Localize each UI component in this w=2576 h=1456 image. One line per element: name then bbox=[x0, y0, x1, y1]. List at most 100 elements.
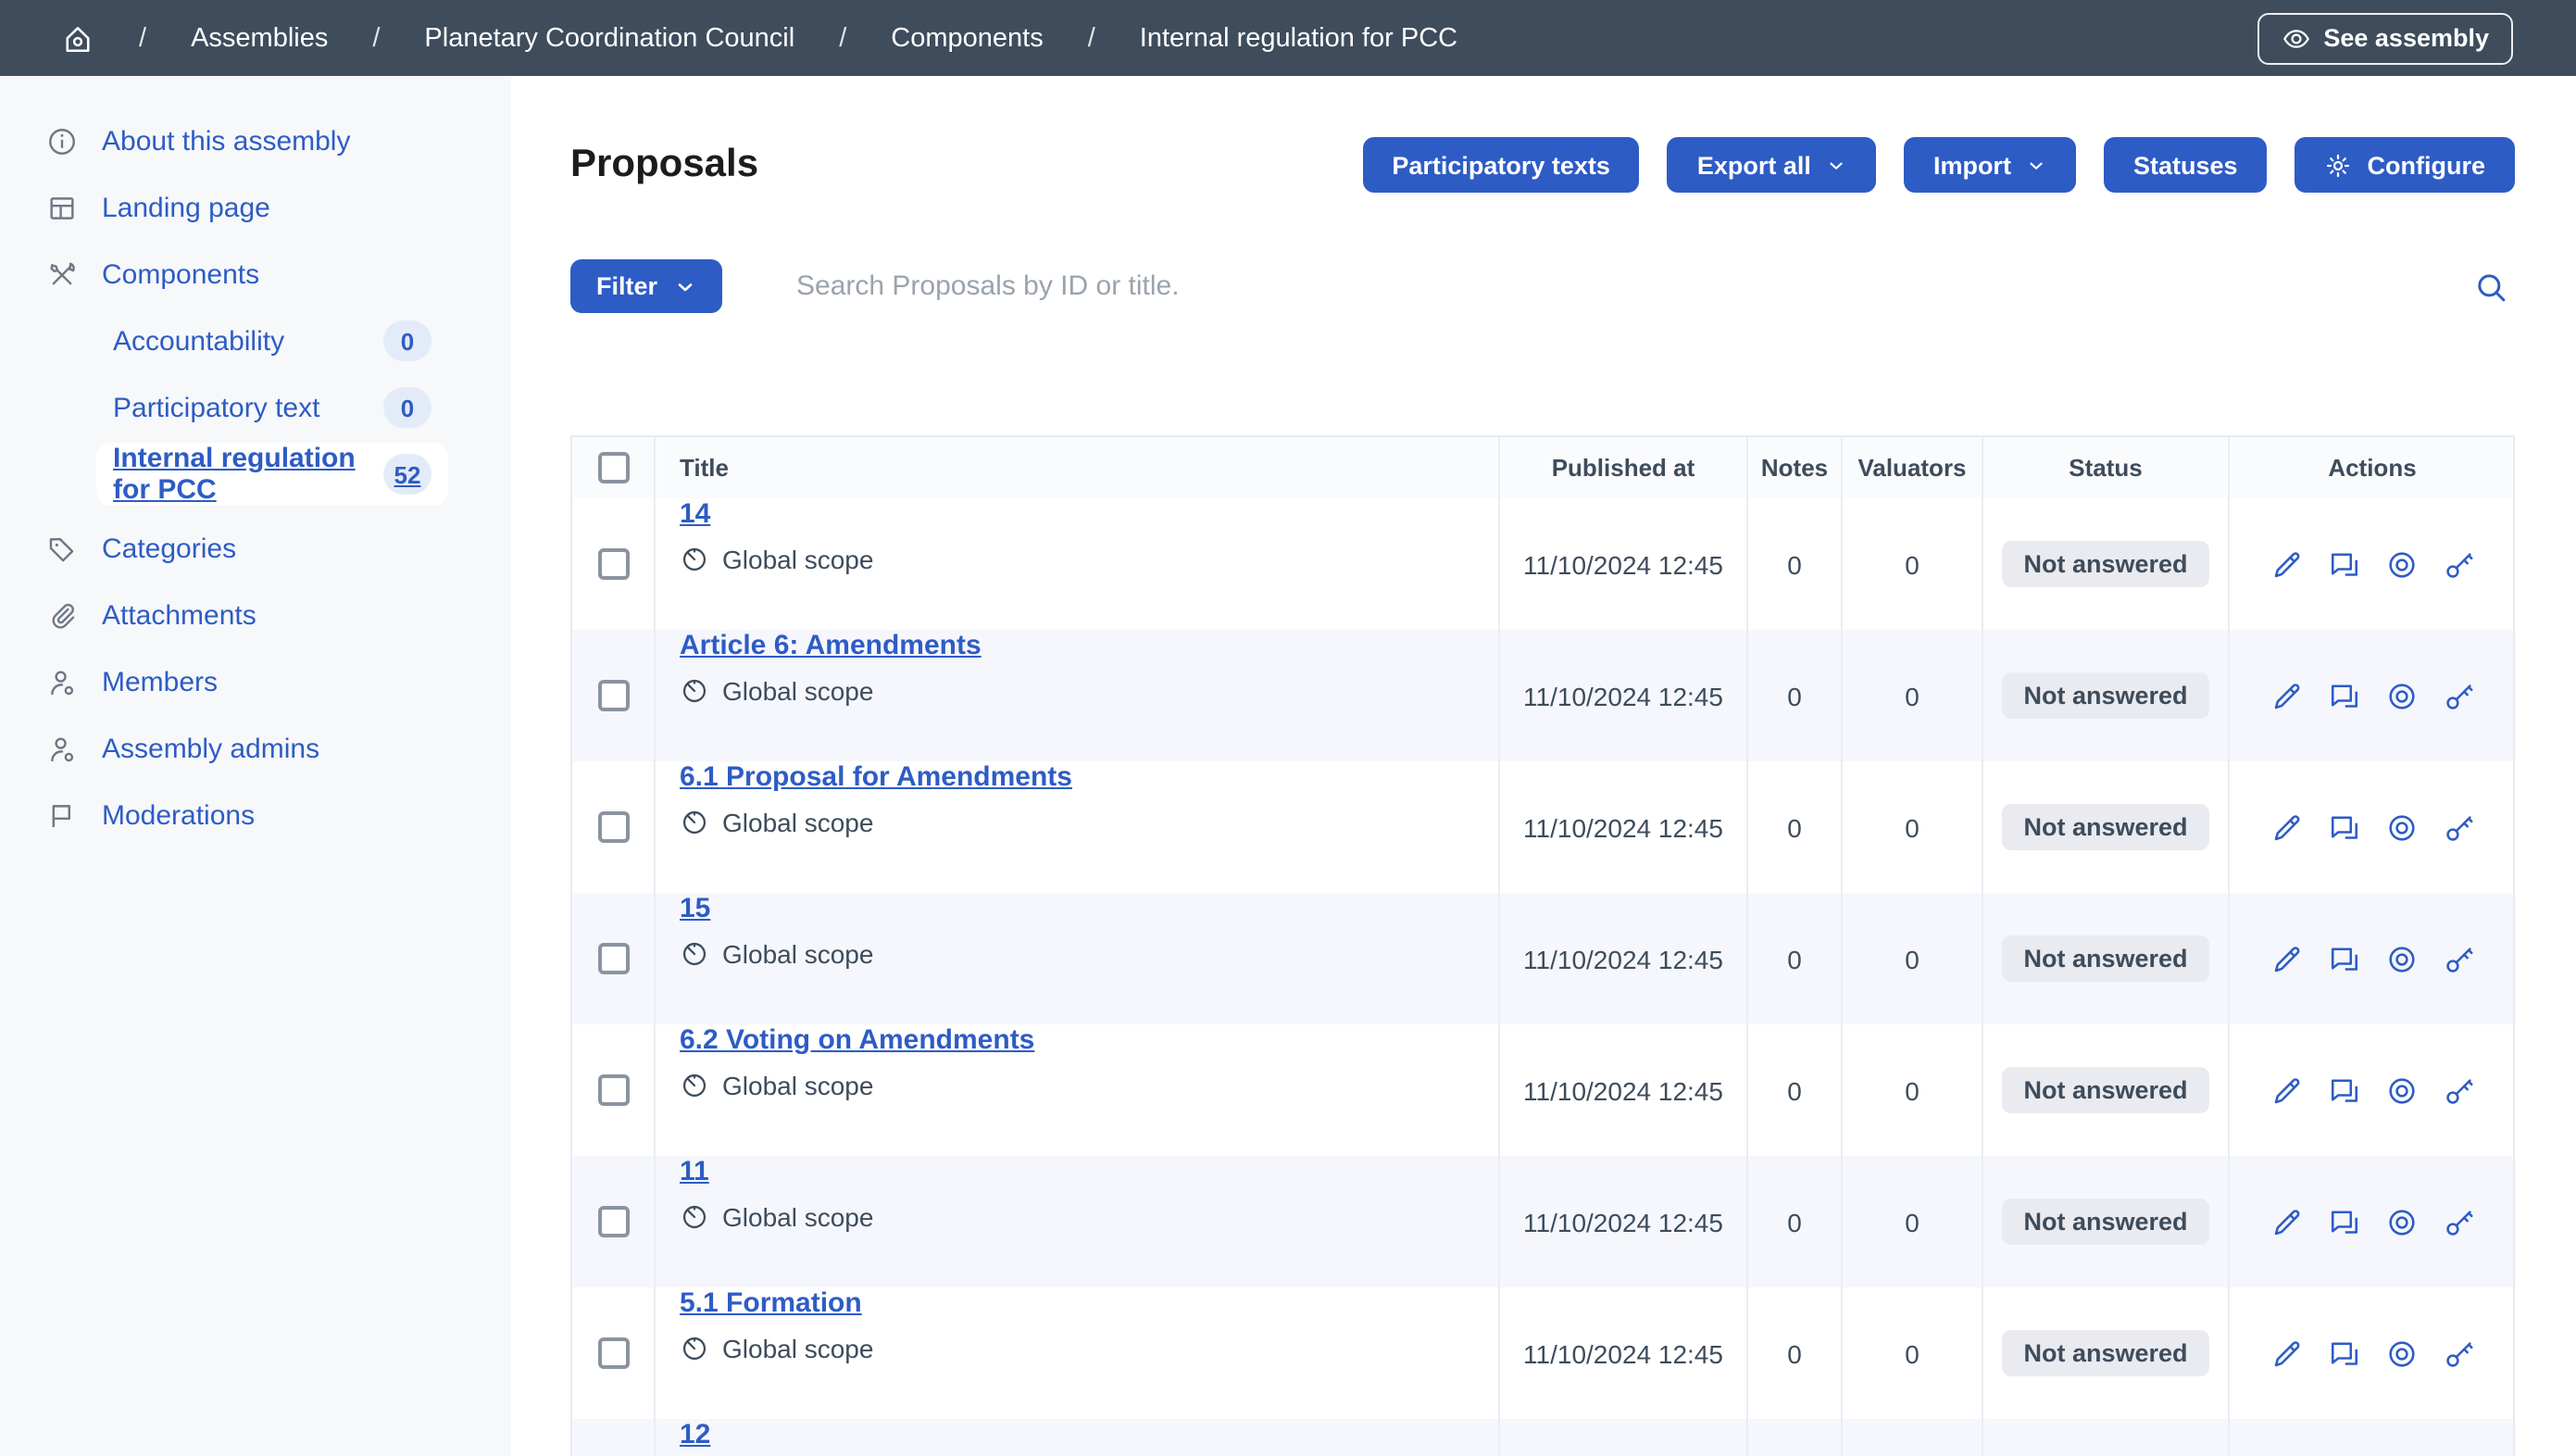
preview-icon[interactable] bbox=[2384, 942, 2418, 975]
scope-globe-icon bbox=[680, 1202, 709, 1232]
breadcrumb-components[interactable]: Components bbox=[891, 23, 1043, 53]
info-icon bbox=[46, 125, 78, 157]
preview-icon[interactable] bbox=[2384, 679, 2418, 712]
proposal-title-link[interactable]: 15 bbox=[680, 893, 873, 924]
scope-label: Global scope bbox=[722, 676, 873, 706]
scope-globe-icon bbox=[680, 1334, 709, 1363]
permissions-key-icon[interactable] bbox=[2442, 942, 2475, 975]
permissions-key-icon[interactable] bbox=[2442, 1337, 2475, 1370]
proposal-title-link[interactable]: 12 bbox=[680, 1419, 873, 1450]
eye-icon bbox=[2281, 23, 2310, 53]
scope-globe-icon bbox=[680, 676, 709, 706]
answer-chat-icon[interactable] bbox=[2327, 547, 2360, 581]
notes-count: 0 bbox=[1787, 812, 1802, 842]
edit-pencil-icon[interactable] bbox=[2270, 679, 2303, 712]
sidebar-item-about[interactable]: About this assembly bbox=[0, 117, 511, 165]
sidebar-item-categories[interactable]: Categories bbox=[0, 524, 511, 572]
row-checkbox[interactable] bbox=[597, 680, 629, 711]
sidebar-item-moderations[interactable]: Moderations bbox=[0, 791, 511, 839]
sidebar-item-label: Categories bbox=[102, 533, 236, 564]
participatory-texts-button[interactable]: Participatory texts bbox=[1362, 137, 1640, 193]
row-checkbox[interactable] bbox=[597, 548, 629, 580]
sidebar-subitem-internal-regulation[interactable]: Internal regulation for PCC 52 bbox=[96, 443, 448, 506]
sidebar-item-components[interactable]: Components bbox=[0, 250, 511, 298]
preview-icon[interactable] bbox=[2384, 1337, 2418, 1370]
permissions-key-icon[interactable] bbox=[2442, 547, 2475, 581]
sidebar-item-label: Assembly admins bbox=[102, 733, 319, 764]
scope-globe-icon bbox=[680, 1071, 709, 1100]
breadcrumb-assembly-name[interactable]: Planetary Coordination Council bbox=[424, 23, 794, 53]
status-badge: Not answered bbox=[2001, 1330, 2209, 1376]
proposal-title-link[interactable]: 14 bbox=[680, 498, 873, 530]
edit-pencil-icon[interactable] bbox=[2270, 1073, 2303, 1107]
column-valuators: Valuators bbox=[1841, 437, 1982, 498]
notes-count: 0 bbox=[1787, 1075, 1802, 1105]
answer-chat-icon[interactable] bbox=[2327, 1073, 2360, 1107]
edit-pencil-icon[interactable] bbox=[2270, 547, 2303, 581]
configure-button[interactable]: Configure bbox=[2295, 137, 2516, 193]
edit-pencil-icon[interactable] bbox=[2270, 1337, 2303, 1370]
table-row: 14 Global scope 11/10/2024 12:45 0 0 Not… bbox=[572, 498, 2513, 630]
edit-pencil-icon[interactable] bbox=[2270, 810, 2303, 844]
table-body: 14 Global scope 11/10/2024 12:45 0 0 Not… bbox=[572, 498, 2513, 1456]
home-icon[interactable] bbox=[61, 21, 94, 55]
proposal-title-link[interactable]: 6.1 Proposal for Amendments bbox=[680, 761, 1072, 793]
search-icon[interactable] bbox=[2472, 268, 2509, 305]
proposal-title-link[interactable]: 5.1 Formation bbox=[680, 1287, 873, 1319]
sidebar-item-landing-page[interactable]: Landing page bbox=[0, 183, 511, 232]
edit-pencil-icon[interactable] bbox=[2270, 1205, 2303, 1238]
notes-count: 0 bbox=[1787, 1338, 1802, 1368]
proposal-title-link[interactable]: 11 bbox=[680, 1156, 873, 1187]
count-badge: 0 bbox=[383, 387, 431, 428]
permissions-key-icon[interactable] bbox=[2442, 1205, 2475, 1238]
preview-icon[interactable] bbox=[2384, 1205, 2418, 1238]
see-assembly-button[interactable]: See assembly bbox=[2257, 12, 2513, 64]
proposal-title-link[interactable]: Article 6: Amendments bbox=[680, 630, 982, 661]
preview-icon[interactable] bbox=[2384, 547, 2418, 581]
breadcrumb-current-component[interactable]: Internal regulation for PCC bbox=[1140, 23, 1457, 53]
topbar: / Assemblies / Planetary Coordination Co… bbox=[0, 0, 2576, 76]
sidebar-item-assembly-admins[interactable]: Assembly admins bbox=[0, 724, 511, 772]
button-label: Import bbox=[1933, 151, 2011, 179]
import-button[interactable]: Import bbox=[1904, 137, 2076, 193]
proposal-title-link[interactable]: 6.2 Voting on Amendments bbox=[680, 1024, 1034, 1056]
permissions-key-icon[interactable] bbox=[2442, 1073, 2475, 1107]
row-checkbox[interactable] bbox=[597, 943, 629, 974]
sidebar-item-members[interactable]: Members bbox=[0, 658, 511, 706]
filter-button[interactable]: Filter bbox=[570, 259, 722, 313]
status-badge: Not answered bbox=[2001, 541, 2209, 587]
edit-pencil-icon[interactable] bbox=[2270, 942, 2303, 975]
scope-label: Global scope bbox=[722, 1334, 873, 1363]
permissions-key-icon[interactable] bbox=[2442, 810, 2475, 844]
search-input[interactable] bbox=[796, 270, 2457, 302]
status-badge: Not answered bbox=[2001, 672, 2209, 719]
answer-chat-icon[interactable] bbox=[2327, 679, 2360, 712]
sidebar-subitem-label: Participatory text bbox=[113, 392, 319, 423]
sidebar-subitem-participatory-text[interactable]: Participatory text 0 bbox=[96, 383, 448, 432]
preview-icon[interactable] bbox=[2384, 810, 2418, 844]
answer-chat-icon[interactable] bbox=[2327, 942, 2360, 975]
row-checkbox[interactable] bbox=[597, 1074, 629, 1106]
answer-chat-icon[interactable] bbox=[2327, 1205, 2360, 1238]
sidebar-item-label: Members bbox=[102, 666, 218, 697]
answer-chat-icon[interactable] bbox=[2327, 810, 2360, 844]
row-checkbox[interactable] bbox=[597, 811, 629, 843]
permissions-key-icon[interactable] bbox=[2442, 679, 2475, 712]
select-all-checkbox[interactable] bbox=[597, 452, 629, 483]
breadcrumb-separator: / bbox=[139, 23, 146, 53]
breadcrumb-assemblies[interactable]: Assemblies bbox=[191, 23, 328, 53]
statuses-button[interactable]: Statuses bbox=[2104, 137, 2268, 193]
row-checkbox[interactable] bbox=[597, 1337, 629, 1369]
status-badge: Not answered bbox=[2001, 1067, 2209, 1113]
answer-chat-icon[interactable] bbox=[2327, 1337, 2360, 1370]
column-notes: Notes bbox=[1746, 437, 1841, 498]
sidebar-subitem-accountability[interactable]: Accountability 0 bbox=[96, 317, 448, 365]
published-at-value: 11/10/2024 12:45 bbox=[1523, 1207, 1723, 1236]
preview-icon[interactable] bbox=[2384, 1073, 2418, 1107]
row-checkbox[interactable] bbox=[597, 1206, 629, 1237]
sidebar-item-attachments[interactable]: Attachments bbox=[0, 591, 511, 639]
sidebar-subitem-label: Accountability bbox=[113, 325, 284, 357]
status-badge: Not answered bbox=[2001, 935, 2209, 982]
export-all-button[interactable]: Export all bbox=[1668, 137, 1876, 193]
page-title: Proposals bbox=[570, 143, 758, 187]
